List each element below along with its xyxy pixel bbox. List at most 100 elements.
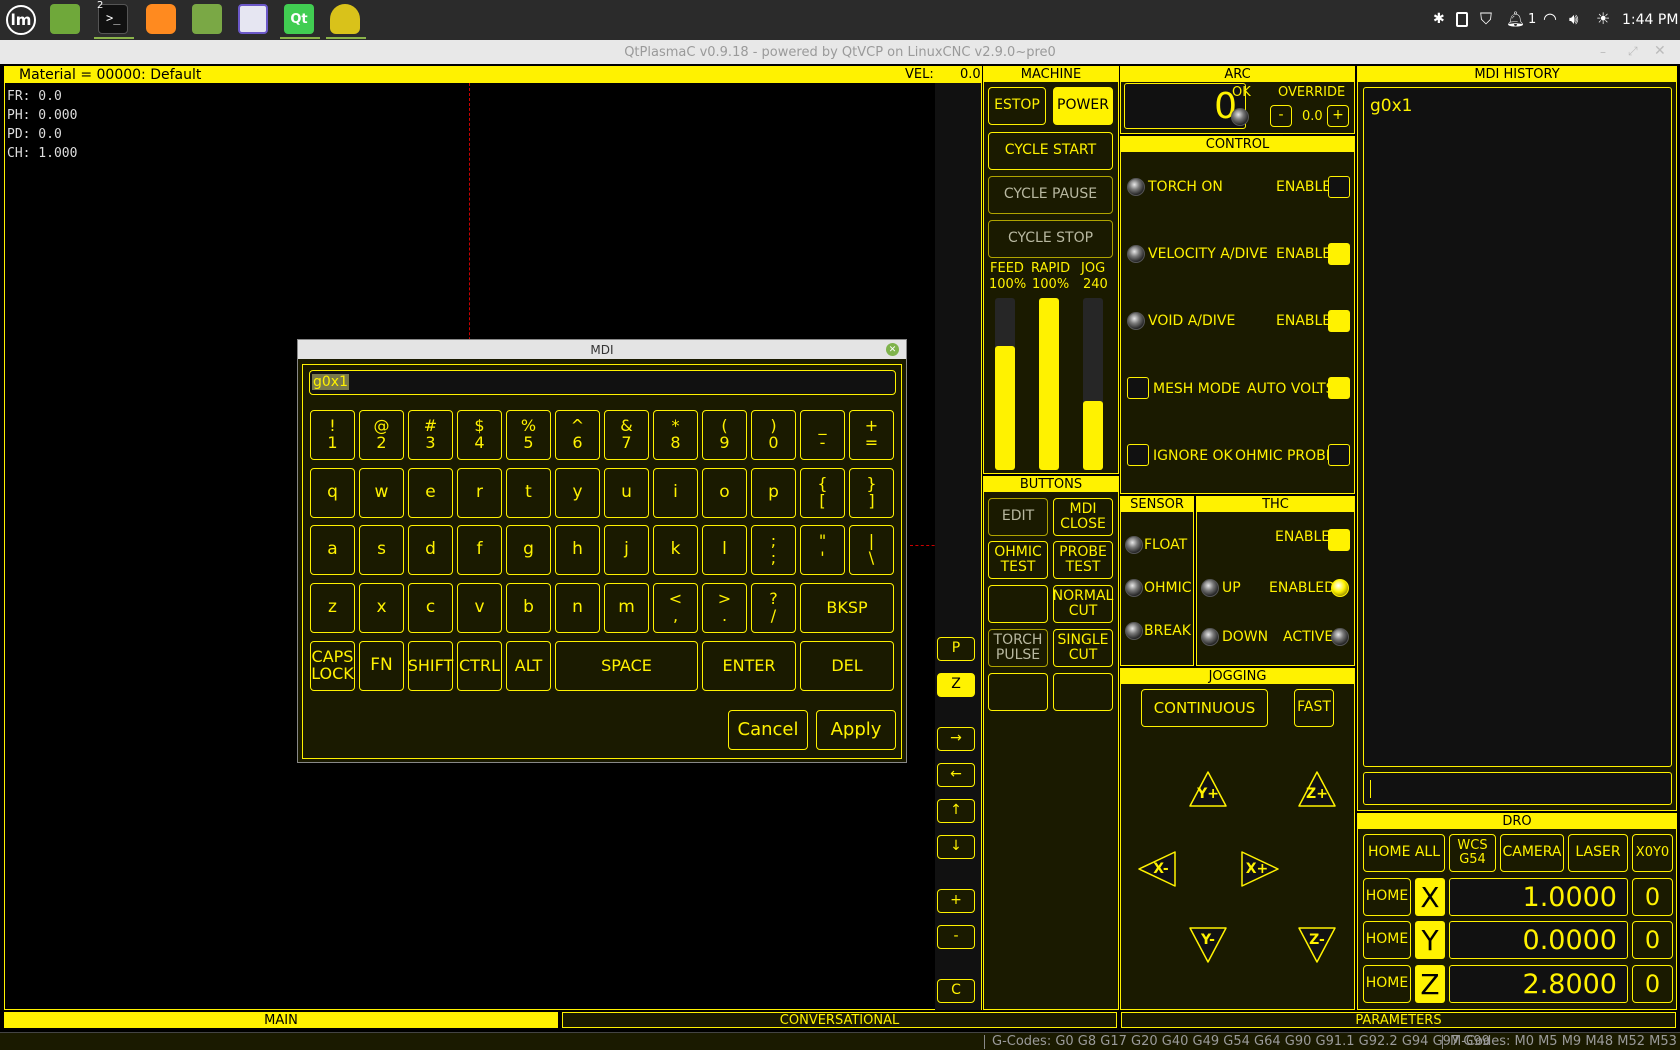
laser-button[interactable]: LASER (1568, 834, 1628, 872)
key-ctrl[interactable]: CTRL (457, 641, 502, 691)
jog-continuous-button[interactable]: CONTINUOUS (1141, 689, 1268, 727)
view-p-button[interactable]: P (937, 637, 975, 661)
key-d[interactable]: d (408, 525, 453, 575)
text-editor-icon[interactable] (238, 4, 268, 34)
pan-up-button[interactable]: ↑ (937, 799, 975, 823)
key-c[interactable]: c (408, 583, 453, 633)
mdi-command-input[interactable] (1363, 772, 1672, 805)
zero-y-button[interactable]: 0 (1632, 921, 1673, 959)
key-t[interactable]: t (506, 468, 551, 518)
window-titlebar[interactable]: QtPlasmaC v0.9.18 - powered by QtVCP on … (0, 40, 1680, 64)
cycle-stop-button[interactable]: CYCLE STOP (988, 220, 1113, 258)
pan-right-button[interactable]: → (937, 727, 975, 751)
key-h[interactable]: h (555, 525, 600, 575)
key-g[interactable]: g (506, 525, 551, 575)
normal-cut-button[interactable]: NORMAL CUT (1053, 585, 1113, 623)
key-fn[interactable]: FN (359, 641, 404, 691)
velocity-enable-checkbox[interactable] (1328, 243, 1350, 265)
edit-button[interactable]: EDIT (988, 498, 1048, 536)
key-i[interactable]: i (653, 468, 698, 518)
key-symbol[interactable]: < , (653, 583, 698, 633)
key-del[interactable]: DEL (800, 641, 894, 691)
void-enable-checkbox[interactable] (1328, 310, 1350, 332)
torch-enable-checkbox[interactable] (1328, 176, 1350, 198)
jog-y-plus-button[interactable]: Y+ (1188, 770, 1228, 808)
key-enter[interactable]: ENTER (702, 641, 796, 691)
bluetooth-icon[interactable]: ✱ (1433, 11, 1445, 27)
home-z-button[interactable]: HOME (1363, 965, 1411, 1003)
zoom-out-button[interactable]: - (937, 925, 975, 949)
x0y0-button[interactable]: X0Y0 (1632, 834, 1673, 872)
key-p[interactable]: p (751, 468, 796, 518)
mdi-dialog-titlebar[interactable]: MDI ✕ (298, 340, 906, 359)
key-m[interactable]: m (604, 583, 649, 633)
tab-conversational[interactable]: CONVERSATIONAL (562, 1012, 1117, 1028)
key-x[interactable]: x (359, 583, 404, 633)
qt-designer-icon[interactable]: Qt (284, 4, 314, 34)
minimize-icon[interactable]: – (1600, 45, 1606, 59)
shield-icon[interactable]: ⛉ (1480, 9, 1492, 29)
zero-z-button[interactable]: 0 (1632, 965, 1673, 1003)
key-y[interactable]: y (555, 468, 600, 518)
clock[interactable]: 1:44 PM (1622, 12, 1678, 28)
tab-main[interactable]: MAIN (4, 1012, 558, 1028)
pan-left-button[interactable]: ← (937, 763, 975, 787)
single-cut-button[interactable]: SINGLE CUT (1053, 629, 1113, 667)
key-symbol[interactable]: > . (702, 583, 747, 633)
mdi-dialog-close-icon[interactable]: ✕ (886, 343, 899, 356)
key-l[interactable]: l (702, 525, 747, 575)
wifi-icon[interactable]: ◠ (1543, 9, 1557, 28)
linuxcnc-icon[interactable] (330, 4, 360, 34)
tab-parameters[interactable]: PARAMETERS (1121, 1012, 1676, 1028)
jog-x-plus-button[interactable]: X+ (1240, 850, 1280, 888)
brightness-icon[interactable]: ☀ (1596, 9, 1610, 28)
mdi-history-entry[interactable]: g0x1 (1370, 96, 1412, 116)
key-w[interactable]: w (359, 468, 404, 518)
key-4[interactable]: $ 4 (457, 410, 502, 460)
key-o[interactable]: o (702, 468, 747, 518)
notifications-icon[interactable]: 🔔︎ (1506, 10, 1525, 28)
key-b[interactable]: b (506, 583, 551, 633)
feed-slider[interactable] (995, 298, 1015, 470)
key-7[interactable]: & 7 (604, 410, 649, 460)
show-desktop-icon[interactable] (50, 4, 80, 34)
key-alt[interactable]: ALT (506, 641, 551, 691)
key-symbol[interactable]: ; ; (751, 525, 796, 575)
mdi-cancel-button[interactable]: Cancel (728, 710, 808, 750)
key-8[interactable]: * 8 (653, 410, 698, 460)
key-symbol[interactable]: } ] (849, 468, 894, 518)
key-symbol[interactable]: + = (849, 410, 894, 460)
mdi-close-button[interactable]: MDI CLOSE (1053, 498, 1113, 536)
mdi-history-list[interactable]: g0x1 (1363, 87, 1672, 767)
clipboard-icon[interactable] (1456, 12, 1468, 27)
key-3[interactable]: # 3 (408, 410, 453, 460)
key-6[interactable]: ^ 6 (555, 410, 600, 460)
torch-pulse-button[interactable]: TORCH PULSE (988, 629, 1048, 667)
key-u[interactable]: u (604, 468, 649, 518)
mesh-mode-checkbox[interactable] (1127, 377, 1149, 399)
rapid-slider[interactable] (1039, 298, 1059, 470)
jog-z-minus-button[interactable]: Z- (1297, 926, 1337, 964)
close-window-icon[interactable]: ✕ (1654, 43, 1666, 59)
key-1[interactable]: ! 1 (310, 410, 355, 460)
ignore-ok-checkbox[interactable] (1127, 444, 1149, 466)
jog-slider[interactable] (1083, 298, 1103, 470)
ohmic-probe-checkbox[interactable] (1328, 444, 1350, 466)
key-2[interactable]: @ 2 (359, 410, 404, 460)
jog-x-minus-button[interactable]: X- (1137, 850, 1177, 888)
thc-enable-checkbox[interactable] (1328, 529, 1350, 551)
key-k[interactable]: k (653, 525, 698, 575)
cycle-start-button[interactable]: CYCLE START (988, 132, 1113, 170)
key-shift[interactable]: SHIFT (408, 641, 453, 691)
key-f[interactable]: f (457, 525, 502, 575)
mint-menu-icon[interactable]: lm (6, 5, 36, 35)
home-x-button[interactable]: HOME (1363, 878, 1411, 916)
user-button-5[interactable] (988, 585, 1048, 623)
key-s[interactable]: s (359, 525, 404, 575)
mdi-dialog-input[interactable]: g0x1 (309, 370, 896, 395)
jog-fast-button[interactable]: FAST (1294, 689, 1334, 727)
clear-preview-button[interactable]: C (937, 979, 975, 1003)
key-v[interactable]: v (457, 583, 502, 633)
auto-volts-checkbox[interactable] (1328, 377, 1350, 399)
key-a[interactable]: a (310, 525, 355, 575)
